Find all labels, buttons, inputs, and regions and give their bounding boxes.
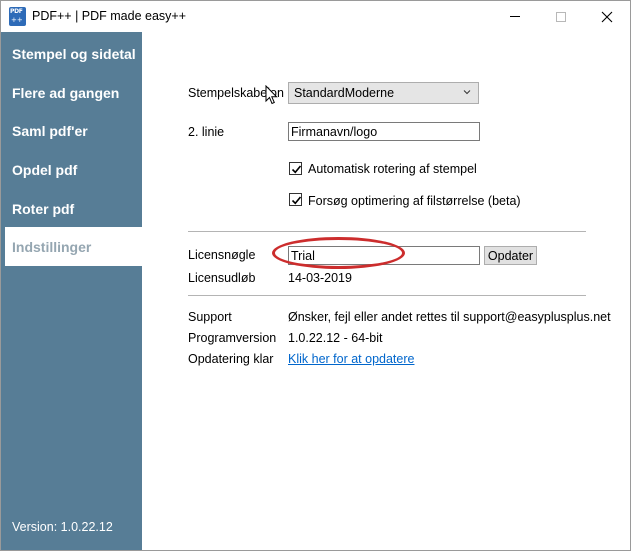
- sidebar-item-label: Indstillinger: [12, 238, 92, 255]
- sidebar: Stempel og sidetal Flere ad gangen Saml …: [1, 32, 142, 550]
- license-key-label: Licensnøgle: [188, 248, 256, 262]
- settings-panel: Stempelskabelon StandardModerne 2. linie…: [142, 32, 630, 550]
- chevron-down-icon: [463, 90, 471, 95]
- sidebar-item-label: Stempel og sidetal: [12, 45, 136, 62]
- license-key-input[interactable]: Trial: [288, 246, 480, 265]
- program-version-value: 1.0.22.12 - 64-bit: [288, 331, 383, 345]
- license-expiry-value: 14-03-2019: [288, 271, 352, 285]
- minimize-button[interactable]: [492, 1, 538, 32]
- sidebar-item-label: Roter pdf: [12, 200, 75, 217]
- minimize-icon: [510, 16, 520, 17]
- divider: [188, 295, 586, 296]
- second-line-label: 2. linie: [188, 125, 225, 139]
- app-window: PDF ++ PDF++ | PDF made easy++ Stempel o…: [0, 0, 631, 551]
- maximize-button[interactable]: [538, 1, 584, 32]
- close-icon: [601, 11, 613, 22]
- sidebar-item-label: Saml pdf'er: [12, 122, 88, 139]
- update-license-label: Opdater: [487, 248, 534, 263]
- support-value: Ønsker, fejl eller andet rettes til supp…: [288, 310, 611, 324]
- sidebar-item-label: Opdel pdf: [12, 161, 78, 178]
- sidebar-item-split[interactable]: Opdel pdf: [5, 150, 142, 189]
- license-key-value: Trial: [291, 248, 315, 263]
- sidebar-item-stamp[interactable]: Stempel og sidetal: [5, 34, 142, 73]
- sidebar-item-settings[interactable]: Indstillinger: [5, 227, 142, 266]
- sidebar-item-batch[interactable]: Flere ad gangen: [5, 73, 142, 112]
- sidebar-item-label: Flere ad gangen: [12, 84, 120, 101]
- update-license-button[interactable]: Opdater: [484, 246, 537, 265]
- stamp-template-select[interactable]: StandardModerne: [288, 82, 479, 104]
- app-logo-icon: PDF ++: [9, 7, 26, 26]
- checkmark-icon: [291, 196, 302, 205]
- maximize-icon: [556, 11, 566, 22]
- auto-rotate-label: Automatisk rotering af stempel: [308, 162, 477, 176]
- second-line-input[interactable]: Firmanavn/logo: [288, 122, 480, 141]
- optimize-filesize-checkbox[interactable]: [289, 193, 302, 206]
- sidebar-item-merge[interactable]: Saml pdf'er: [5, 111, 142, 150]
- auto-rotate-checkbox[interactable]: [289, 162, 302, 175]
- support-label: Support: [188, 310, 232, 324]
- checkmark-icon: [291, 165, 302, 174]
- mouse-cursor-icon: [265, 85, 278, 105]
- update-ready-label: Opdatering klar: [188, 352, 274, 366]
- app-logo-plus-marks: ++: [11, 16, 23, 24]
- app-logo-text: PDF: [10, 8, 23, 15]
- optimize-filesize-label: Forsøg optimering af filstørrelse (beta): [308, 194, 521, 208]
- divider: [188, 231, 586, 232]
- stamp-template-value: StandardModerne: [294, 86, 395, 100]
- window-title: PDF++ | PDF made easy++: [32, 9, 187, 23]
- second-line-value: Firmanavn/logo: [291, 124, 378, 139]
- sidebar-item-rotate[interactable]: Roter pdf: [5, 189, 142, 228]
- program-version-label: Programversion: [188, 331, 277, 345]
- version-label: Version: 1.0.22.12: [12, 520, 113, 534]
- close-button[interactable]: [584, 1, 630, 32]
- update-now-link[interactable]: Klik her for at opdatere: [288, 352, 414, 366]
- license-expiry-label: Licensudløb: [188, 271, 256, 285]
- title-bar[interactable]: PDF ++ PDF++ | PDF made easy++: [1, 1, 630, 32]
